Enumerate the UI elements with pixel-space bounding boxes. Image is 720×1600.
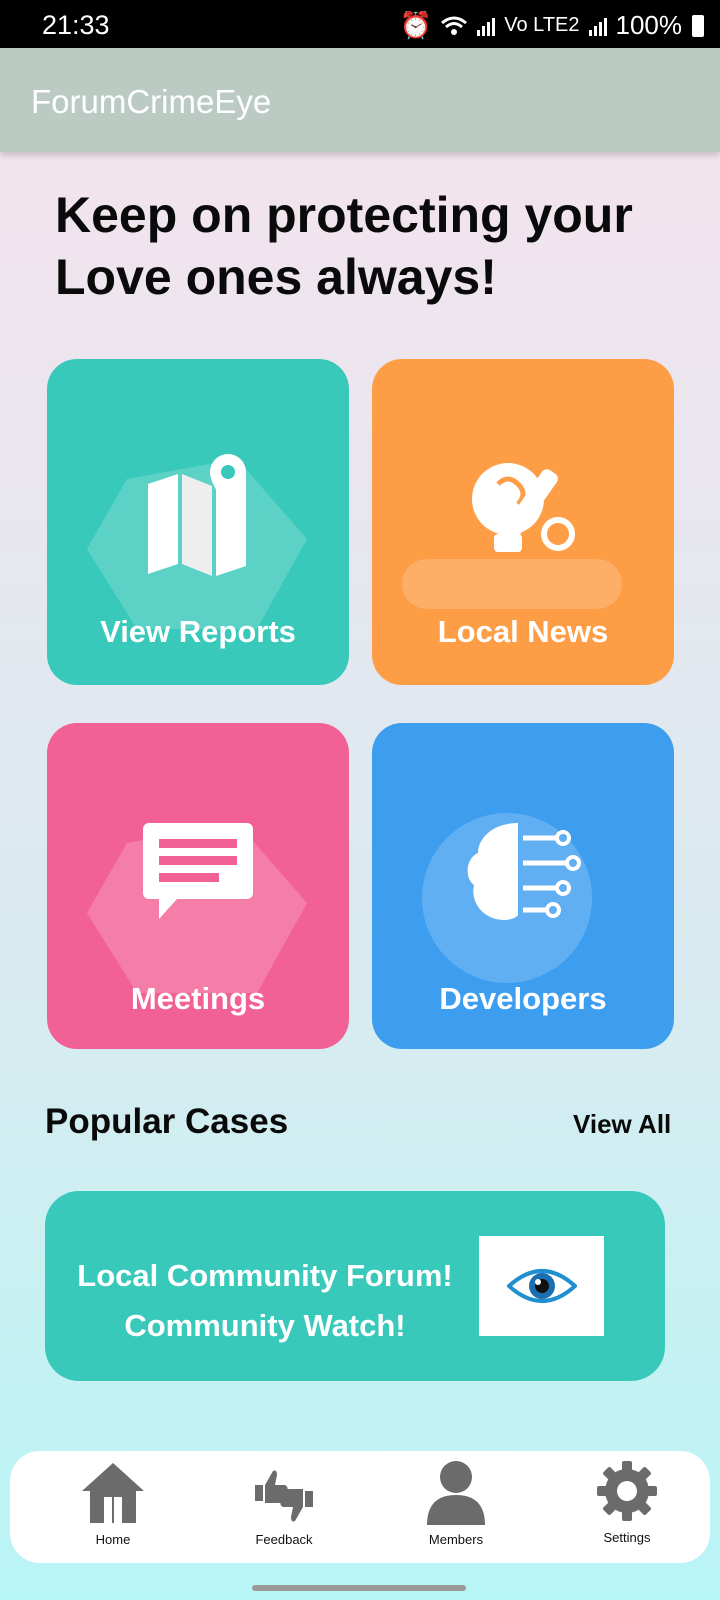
tile-label: Local News <box>437 614 609 649</box>
gear-icon <box>597 1461 657 1521</box>
developers-tile[interactable]: Developers <box>372 723 674 1049</box>
case-text: Local Community Forum! Community Watch! <box>65 1251 465 1351</box>
gesture-bar[interactable] <box>252 1585 466 1591</box>
person-icon <box>427 1461 485 1525</box>
local-news-tile[interactable]: Local News <box>372 359 674 685</box>
app-bar: ForumCrimeEye <box>0 48 720 152</box>
map-pin-icon <box>148 454 246 576</box>
status-bar: 21:33 ⏰ Vo LTE2 100% <box>0 0 720 48</box>
nav-label: Home <box>95 1532 131 1547</box>
wifi-icon <box>441 16 468 35</box>
thumbs-up-down-icon <box>255 1470 313 1522</box>
view-all-link[interactable]: View All <box>573 1109 671 1140</box>
view-reports-tile[interactable]: View Reports <box>47 359 349 685</box>
case-line-2: Community Watch! <box>124 1308 406 1343</box>
battery-icon <box>692 14 704 37</box>
eye-icon <box>506 1269 577 1303</box>
case-line-1: Local Community Forum! <box>77 1258 453 1293</box>
signal-icon-2 <box>588 17 607 36</box>
signal-icon <box>477 17 496 36</box>
tile-label: View Reports <box>100 614 296 649</box>
status-time: 21:33 <box>42 10 110 40</box>
app-title: ForumCrimeEye <box>31 83 272 120</box>
nav-label: Feedback <box>255 1532 313 1547</box>
page-headline: Keep on protecting your Love ones always… <box>55 187 633 305</box>
meetings-tile[interactable]: Meetings <box>47 723 349 1049</box>
tile-label: Developers <box>439 981 607 1016</box>
home-icon <box>82 1463 144 1523</box>
brain-circuit-icon <box>467 823 581 920</box>
alarm-icon: ⏰ <box>399 10 433 40</box>
nav-feedback[interactable]: Feedback <box>214 1459 354 1547</box>
nav-settings[interactable]: Settings <box>557 1459 697 1545</box>
volte-label: Vo LTE2 <box>504 14 580 36</box>
idea-pencil-icon <box>472 463 575 552</box>
case-image <box>479 1236 604 1336</box>
battery-percent: 100% <box>615 10 683 40</box>
chat-message-icon <box>143 823 253 919</box>
nav-label: Members <box>428 1532 484 1547</box>
nav-members[interactable]: Members <box>386 1459 526 1547</box>
popular-cases-title: Popular Cases <box>45 1102 289 1141</box>
status-icons: ⏰ Vo LTE2 100% <box>400 10 704 41</box>
tile-label: Meetings <box>130 981 266 1016</box>
nav-home[interactable]: Home <box>43 1459 183 1547</box>
bottom-nav: Home Feedback Members Settings <box>10 1451 710 1563</box>
case-card[interactable]: Local Community Forum! Community Watch! <box>45 1191 665 1381</box>
nav-label: Settings <box>603 1530 651 1545</box>
